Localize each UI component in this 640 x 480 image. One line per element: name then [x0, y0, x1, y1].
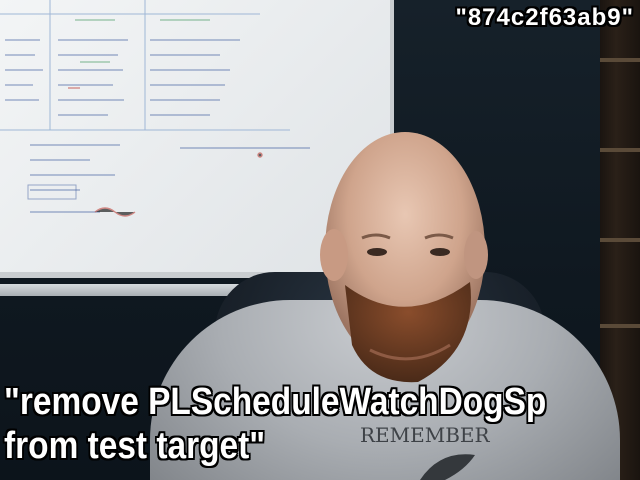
id-overlay-text: "874c2f63ab9"	[455, 4, 634, 31]
caption-line-2: from test target"	[4, 425, 266, 467]
caption-line-1: "remove PLScheduleWatchDogSp	[4, 381, 547, 423]
caption-text: "remove PLScheduleWatchDogSp from test t…	[4, 380, 546, 468]
webcam-frame: REMEMBER "874c2f63ab9" "remove PLSchedul…	[0, 0, 640, 480]
